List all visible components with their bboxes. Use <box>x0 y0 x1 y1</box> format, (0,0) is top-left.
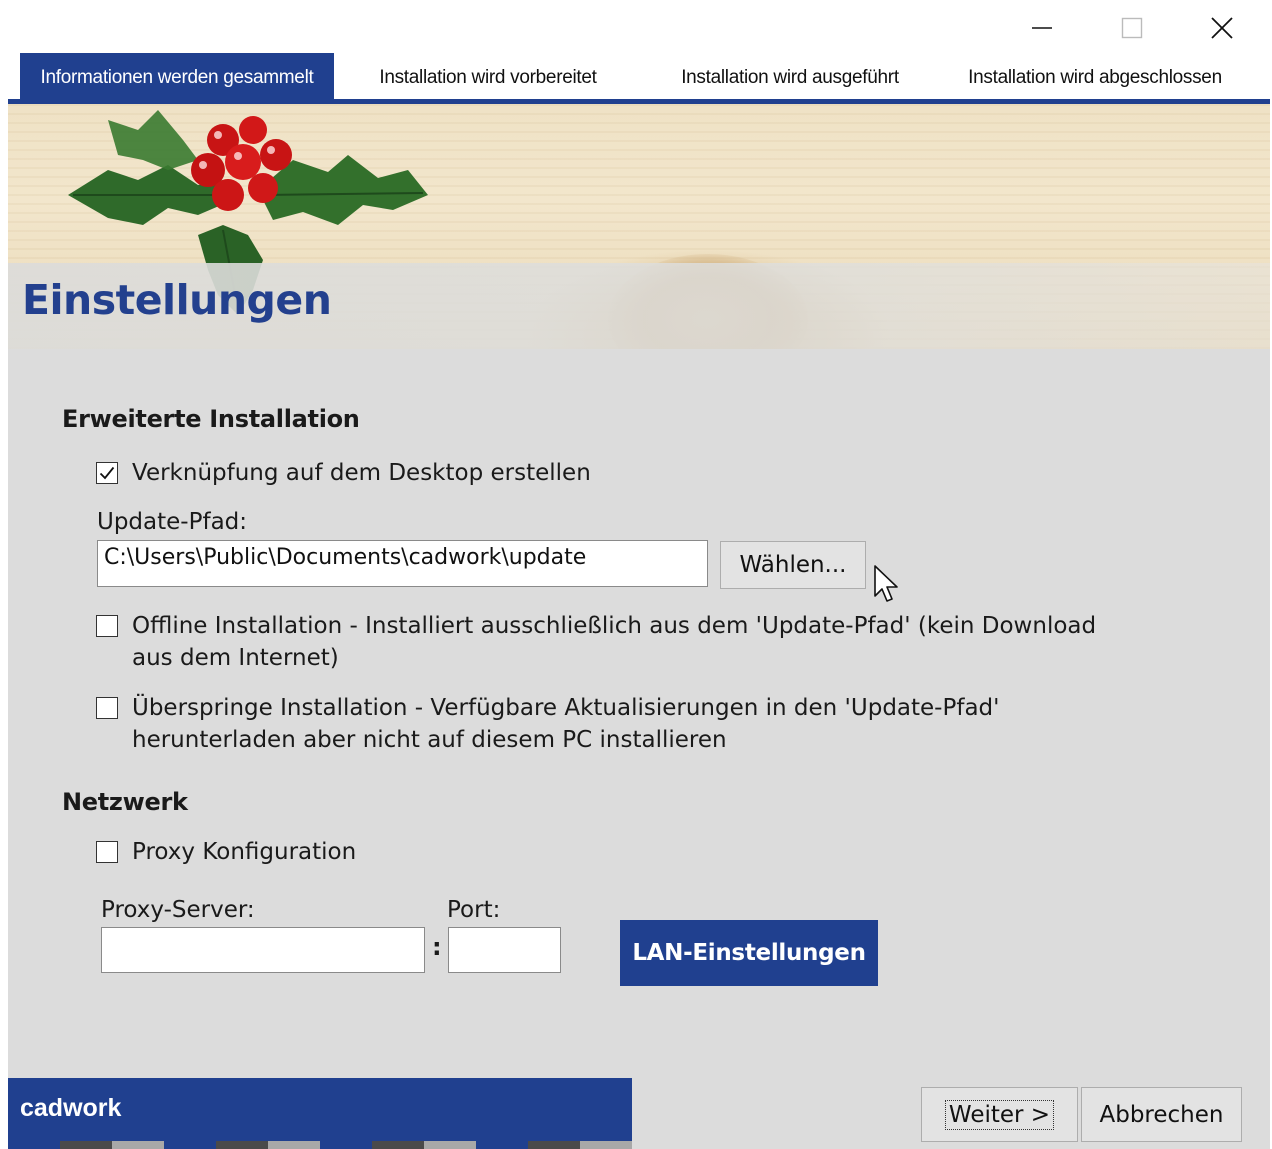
tab-vorbereitet: Installation wird vorbereitet <box>379 67 597 88</box>
close-button[interactable] <box>1192 8 1252 48</box>
update-path-label: Update-Pfad: <box>97 509 248 535</box>
offline-install-label: Offline Installation - Installiert aussc… <box>132 610 1096 674</box>
port-label: Port: <box>447 897 501 923</box>
skip-install-label-line2: herunterladen aber nicht auf diesem PC i… <box>132 727 727 753</box>
section-heading-advanced: Erweiterte Installation <box>62 405 360 433</box>
maximize-icon <box>1121 17 1143 39</box>
next-button[interactable]: Weiter > <box>921 1087 1078 1142</box>
lan-settings-button[interactable]: LAN-Einstellungen <box>620 920 878 986</box>
skip-install-option[interactable]: Überspringe Installation - Verfügbare Ak… <box>96 692 999 756</box>
desktop-shortcut-checkbox[interactable] <box>96 462 118 484</box>
offline-install-checkbox[interactable] <box>96 615 118 637</box>
offline-install-label-line2: aus dem Internet) <box>132 645 339 671</box>
minimize-icon <box>1032 27 1052 29</box>
desktop-shortcut-option[interactable]: Verknüpfung auf dem Desktop erstellen <box>96 457 591 489</box>
choose-path-button[interactable]: Wählen... <box>720 541 866 589</box>
close-icon <box>1211 17 1233 39</box>
mouse-cursor-icon <box>874 565 898 602</box>
tab-abgeschlossen: Installation wird abgeschlossen <box>968 67 1222 88</box>
proxy-config-option[interactable]: Proxy Konfiguration <box>96 836 356 868</box>
update-path-field[interactable]: C:\Users\Public\Documents\cadwork\update <box>97 540 708 587</box>
maximize-button[interactable] <box>1102 8 1162 48</box>
minimize-button[interactable] <box>1012 8 1072 48</box>
desktop-shortcut-label: Verknüpfung auf dem Desktop erstellen <box>132 460 591 486</box>
skip-install-checkbox[interactable] <box>96 697 118 719</box>
tab-ausgefuehrt: Installation wird ausgeführt <box>681 67 899 88</box>
page-title: Einstellungen <box>22 276 332 324</box>
offline-install-option[interactable]: Offline Installation - Installiert aussc… <box>96 610 1096 674</box>
brand-name: cadwork <box>20 1094 122 1122</box>
proxy-server-label: Proxy-Server: <box>101 897 255 923</box>
port-separator: : <box>432 933 442 961</box>
section-heading-network: Netzwerk <box>62 788 188 816</box>
header-banner: Einstellungen <box>8 104 1270 349</box>
port-field[interactable] <box>448 927 561 973</box>
proxy-config-label: Proxy Konfiguration <box>132 839 357 865</box>
brand-stripe <box>8 1141 632 1149</box>
skip-install-label-line1: Überspringe Installation - Verfügbare Ak… <box>132 695 1000 721</box>
proxy-config-checkbox[interactable] <box>96 841 118 863</box>
next-button-label: Weiter > <box>944 1099 1055 1130</box>
proxy-server-field[interactable] <box>101 927 425 973</box>
step-tabs: Informationen werden gesammelt Installat… <box>8 53 1270 99</box>
skip-install-label: Überspringe Installation - Verfügbare Ak… <box>132 692 999 756</box>
cancel-button[interactable]: Abbrechen <box>1081 1087 1242 1142</box>
tab-informationen: Informationen werden gesammelt <box>20 53 334 99</box>
brand-bar: cadwork <box>8 1078 632 1141</box>
offline-install-label-line1: Offline Installation - Installiert aussc… <box>132 613 1097 639</box>
checkmark-icon <box>99 466 115 480</box>
settings-panel: Erweiterte Installation Verknüpfung auf … <box>8 349 1270 1149</box>
